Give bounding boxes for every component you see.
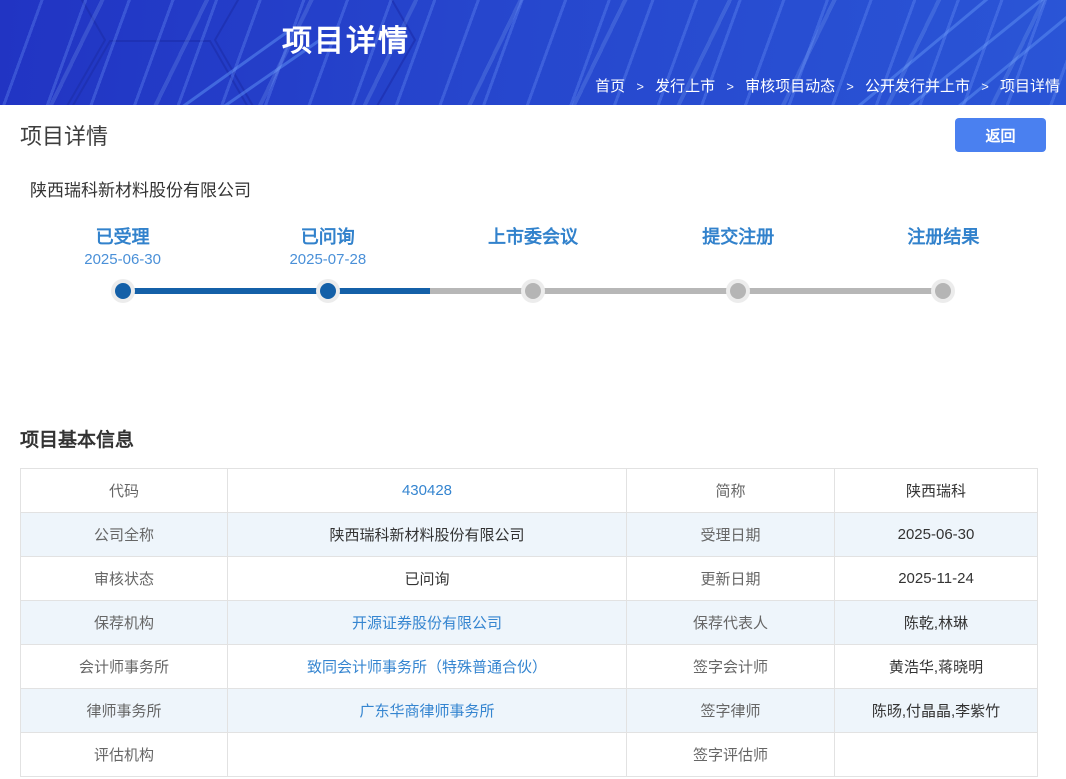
field-value: 已问询 bbox=[227, 556, 627, 601]
breadcrumb: 首页 > 发行上市 > 审核项目动态 > 公开发行并上市 > 项目详情 bbox=[595, 75, 1060, 96]
timeline-step-accepted: 已受理 2025-06-30 bbox=[20, 225, 225, 303]
field-label: 签字律师 bbox=[626, 688, 835, 733]
breadcrumb-item-current: 项目详情 bbox=[999, 78, 1060, 95]
field-label: 公司全称 bbox=[20, 512, 228, 557]
field-label: 签字会计师 bbox=[626, 644, 835, 689]
timeline-step-inquired: 已问询 2025-07-28 bbox=[225, 225, 430, 303]
field-value: 黄浩华,蒋晓明 bbox=[834, 644, 1038, 689]
field-label: 律师事务所 bbox=[20, 688, 228, 733]
table-row: 公司全称 陕西瑞科新材料股份有限公司 受理日期 2025-06-30 bbox=[20, 512, 1038, 557]
table-row: 保荐机构 开源证券股份有限公司 保荐代表人 陈乾,林琳 bbox=[20, 600, 1038, 645]
company-name: 陕西瑞科新材料股份有限公司 bbox=[30, 181, 251, 200]
step-label: 注册结果 bbox=[907, 227, 980, 247]
sponsor-link[interactable]: 开源证券股份有限公司 bbox=[227, 600, 627, 645]
step-dot-pending bbox=[521, 279, 545, 303]
breadcrumb-separator: > bbox=[726, 79, 734, 94]
field-value: 陈旸,付晶晶,李紫竹 bbox=[834, 688, 1038, 733]
breadcrumb-item-review-dynamics[interactable]: 审核项目动态 bbox=[745, 78, 835, 95]
banner: 项目详情 首页 > 发行上市 > 审核项目动态 > 公开发行并上市 > 项目详情 bbox=[0, 0, 1066, 105]
accounting-firm-link[interactable]: 致同会计师事务所（特殊普通合伙） bbox=[227, 644, 627, 689]
page-header: 项目详情 返回 bbox=[20, 118, 1046, 152]
field-label: 审核状态 bbox=[20, 556, 228, 601]
breadcrumb-separator: > bbox=[981, 79, 989, 94]
field-label: 更新日期 bbox=[626, 556, 835, 601]
field-value: 陈乾,林琳 bbox=[834, 600, 1038, 645]
field-value bbox=[227, 732, 627, 777]
table-row: 审核状态 已问询 更新日期 2025-11-24 bbox=[20, 556, 1038, 601]
field-label: 代码 bbox=[20, 468, 228, 513]
table-row: 评估机构 签字评估师 bbox=[20, 732, 1038, 777]
breadcrumb-item-public-offering[interactable]: 公开发行并上市 bbox=[865, 78, 970, 95]
field-label: 保荐机构 bbox=[20, 600, 228, 645]
field-label: 受理日期 bbox=[626, 512, 835, 557]
field-label: 签字评估师 bbox=[626, 732, 835, 777]
step-label: 上市委会议 bbox=[488, 227, 578, 247]
back-button[interactable]: 返回 bbox=[955, 118, 1046, 152]
field-label: 会计师事务所 bbox=[20, 644, 228, 689]
step-label: 已问询 bbox=[300, 227, 355, 247]
table-row: 律师事务所 广东华商律师事务所 签字律师 陈旸,付晶晶,李紫竹 bbox=[20, 688, 1038, 733]
main-content: 项目详情 返回 陕西瑞科新材料股份有限公司 已受理 2025-06-30 已问询… bbox=[0, 118, 1066, 777]
step-dot-pending bbox=[931, 279, 956, 303]
field-value: 陕西瑞科新材料股份有限公司 bbox=[227, 512, 627, 557]
table-row: 代码 430428 简称 陕西瑞科 bbox=[20, 468, 1038, 513]
code-link[interactable]: 430428 bbox=[227, 468, 627, 513]
timeline-step-registration-result: 注册结果 bbox=[841, 225, 1046, 303]
step-label: 已受理 bbox=[95, 227, 150, 247]
project-basic-info-table: 代码 430428 简称 陕西瑞科 公司全称 陕西瑞科新材料股份有限公司 受理日… bbox=[20, 468, 1038, 777]
field-label: 评估机构 bbox=[20, 732, 228, 777]
step-dot-done bbox=[110, 279, 135, 303]
timeline-step-committee-meeting: 上市委会议 bbox=[430, 225, 635, 303]
breadcrumb-separator: > bbox=[636, 79, 644, 94]
timeline-step-submit-registration: 提交注册 bbox=[636, 225, 841, 303]
breadcrumb-item-listing[interactable]: 发行上市 bbox=[655, 78, 715, 95]
field-label: 保荐代表人 bbox=[626, 600, 835, 645]
breadcrumb-separator: > bbox=[846, 79, 854, 94]
review-progress-timeline: 已受理 2025-06-30 已问询 2025-07-28 上市委会议 提交注册… bbox=[20, 225, 1046, 315]
step-label: 提交注册 bbox=[702, 227, 775, 247]
table-row: 会计师事务所 致同会计师事务所（特殊普通合伙） 签字会计师 黄浩华,蒋晓明 bbox=[20, 644, 1038, 689]
step-date: 2025-06-30 bbox=[84, 251, 161, 268]
step-dot-pending bbox=[726, 279, 751, 303]
field-value: 陕西瑞科 bbox=[834, 468, 1038, 513]
field-label: 简称 bbox=[626, 468, 835, 513]
page-title: 项目详情 bbox=[20, 124, 109, 149]
section-title-basic-info: 项目基本信息 bbox=[20, 430, 135, 451]
timeline-steps: 已受理 2025-06-30 已问询 2025-07-28 上市委会议 提交注册… bbox=[20, 225, 1046, 303]
field-value bbox=[834, 732, 1038, 777]
step-dot-done bbox=[315, 279, 340, 303]
banner-title: 项目详情 bbox=[282, 25, 410, 58]
field-value: 2025-11-24 bbox=[834, 556, 1038, 601]
step-date: 2025-07-28 bbox=[289, 251, 367, 268]
law-firm-link[interactable]: 广东华商律师事务所 bbox=[227, 688, 627, 733]
field-value: 2025-06-30 bbox=[834, 512, 1038, 557]
breadcrumb-item-home[interactable]: 首页 bbox=[595, 78, 625, 95]
